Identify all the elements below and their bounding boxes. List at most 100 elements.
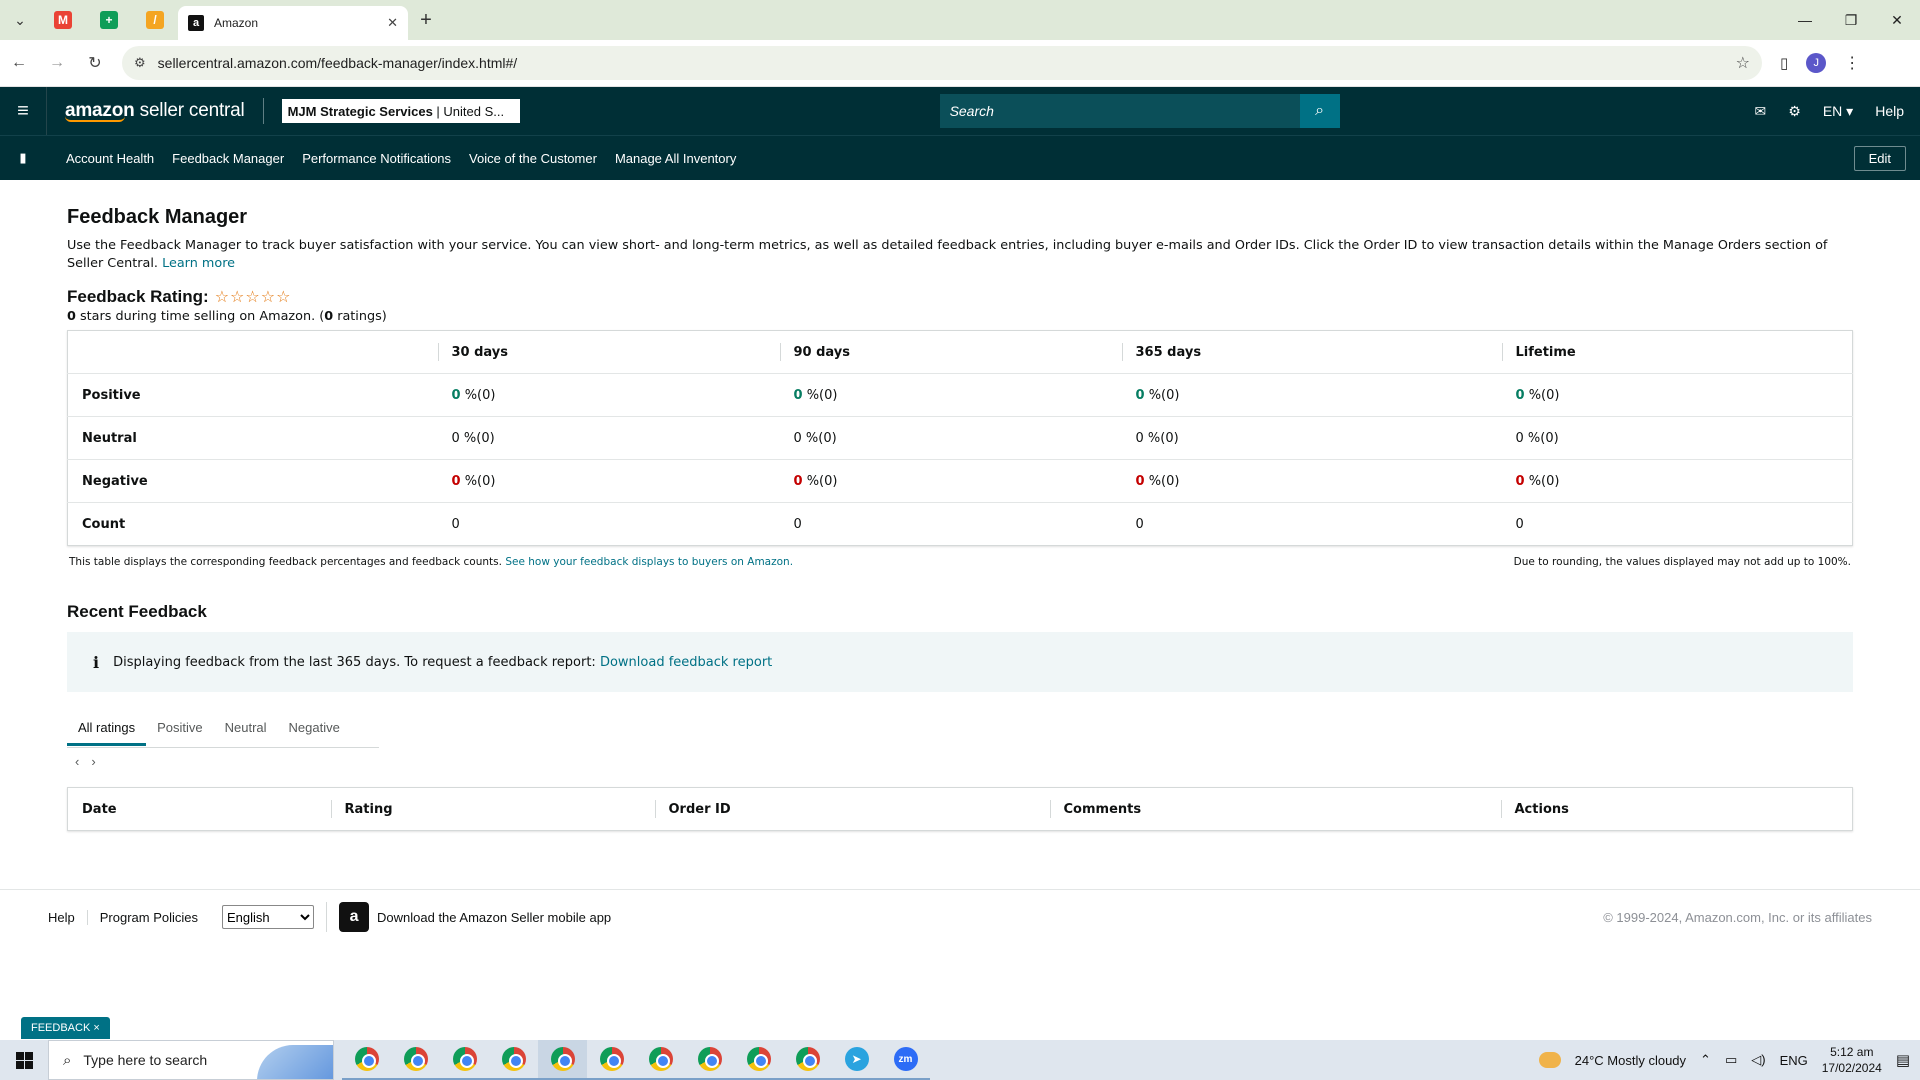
hamburger-menu-icon[interactable]: ≡ xyxy=(0,100,46,123)
tray-chevron-up-icon[interactable]: ⌃ xyxy=(1700,1052,1711,1068)
help-link[interactable]: Help xyxy=(1875,103,1904,119)
back-icon[interactable]: ← xyxy=(0,54,38,72)
tab-negative[interactable]: Negative xyxy=(278,712,351,743)
footer-language-select[interactable]: English xyxy=(222,905,315,929)
pct: %(0) xyxy=(806,387,838,403)
taskbar-chrome-5[interactable] xyxy=(538,1040,587,1080)
cell-neutral-365: 0 %(0) xyxy=(1121,416,1502,460)
site-info-icon[interactable]: ⚙ xyxy=(134,55,146,71)
taskbar-chrome-2[interactable] xyxy=(391,1040,440,1080)
menu-kebab-icon[interactable]: ⋮ xyxy=(1844,53,1860,73)
chevron-right-icon[interactable]: › xyxy=(91,754,95,769)
account-switcher[interactable]: MJM Strategic Services | United S... xyxy=(281,99,520,123)
close-window-icon[interactable]: ✕ xyxy=(1874,12,1920,29)
column-lifetime: Lifetime xyxy=(1501,330,1853,374)
language-select[interactable]: EN ▾ xyxy=(1823,103,1853,120)
chrome-icon xyxy=(501,1047,526,1071)
tab-close-icon[interactable]: ✕ xyxy=(387,15,398,31)
pinned-tab-sheets[interactable]: + xyxy=(86,0,132,40)
tab-neutral[interactable]: Neutral xyxy=(214,712,278,743)
taskbar-telegram[interactable]: ➤ xyxy=(832,1040,881,1080)
nav-account-health[interactable]: Account Health xyxy=(66,151,154,166)
feedback-widget-tab[interactable]: FEEDBACK × xyxy=(21,1017,110,1039)
nav-feedback-manager[interactable]: Feedback Manager xyxy=(172,151,284,166)
column-comments[interactable]: Comments xyxy=(1049,788,1501,831)
tab-amazon[interactable]: a Amazon ✕ xyxy=(178,6,408,40)
see-feedback-display-link[interactable]: See how your feedback displays to buyers… xyxy=(505,556,793,568)
chrome-icon xyxy=(354,1047,379,1071)
search-input[interactable]: Search xyxy=(939,94,1300,128)
input-language[interactable]: ENG xyxy=(1780,1053,1808,1068)
info-text: Displaying feedback from the last 365 da… xyxy=(113,654,596,670)
taskbar-chrome-9[interactable] xyxy=(734,1040,783,1080)
edit-nav-button[interactable]: Edit xyxy=(1853,145,1906,171)
nav-voice-of-customer[interactable]: Voice of the Customer xyxy=(469,151,597,166)
taskbar-chrome-6[interactable] xyxy=(587,1040,636,1080)
learn-more-link[interactable]: Learn more xyxy=(162,256,235,271)
taskbar-chrome-1[interactable] xyxy=(342,1040,391,1080)
main-content: Feedback Manager Use the Feedback Manage… xyxy=(67,180,1853,831)
tab-positive[interactable]: Positive xyxy=(146,712,214,743)
notifications-icon[interactable]: ▤ xyxy=(1896,1051,1910,1069)
taskbar-chrome-3[interactable] xyxy=(440,1040,489,1080)
start-button[interactable] xyxy=(0,1040,48,1080)
new-tab-button[interactable]: + xyxy=(408,9,444,32)
url-field[interactable]: ⚙ sellercentral.amazon.com/feedback-mana… xyxy=(122,46,1762,80)
column-rating[interactable]: Rating xyxy=(330,788,655,831)
reload-icon[interactable]: ↻ xyxy=(76,53,114,73)
weather-text[interactable]: 24°C Mostly cloudy xyxy=(1575,1053,1686,1068)
taskbar-chrome-4[interactable] xyxy=(489,1040,538,1080)
footer-help-link[interactable]: Help xyxy=(48,909,88,925)
column-date[interactable]: Date xyxy=(68,788,331,831)
seller-central-logo[interactable]: amazon seller central xyxy=(65,100,245,122)
intro-body: Use the Feedback Manager to track buyer … xyxy=(67,238,1828,271)
taskbar-chrome-7[interactable] xyxy=(636,1040,685,1080)
bookmark-icon[interactable]: ▮ xyxy=(0,150,46,166)
chrome-icon xyxy=(452,1047,477,1071)
row-label-neutral: Neutral xyxy=(67,416,438,460)
pinned-tab-app[interactable]: / xyxy=(132,0,178,40)
column-actions[interactable]: Actions xyxy=(1500,788,1853,831)
tab-all-ratings[interactable]: All ratings xyxy=(67,712,147,746)
cell-count-30: 0 xyxy=(451,516,460,532)
taskbar-zoom[interactable]: zm xyxy=(881,1040,930,1080)
side-panel-icon[interactable]: ▯ xyxy=(1780,54,1788,72)
clock[interactable]: 5:12 am 17/02/2024 xyxy=(1822,1044,1882,1076)
value: 0 xyxy=(793,430,802,446)
taskbar-chrome-10[interactable] xyxy=(783,1040,832,1080)
minimize-icon[interactable]: — xyxy=(1782,12,1828,29)
cell-count-365: 0 xyxy=(1135,516,1144,532)
rating-filter-tabs: All ratings Positive Neutral Negative xyxy=(67,712,379,748)
forward-icon[interactable]: → xyxy=(38,54,76,72)
gear-icon[interactable]: ⚙ xyxy=(1788,103,1801,120)
taskbar-search[interactable]: ⌕ Type here to search xyxy=(48,1040,334,1080)
mobile-app-link[interactable]: a Download the Amazon Seller mobile app xyxy=(326,902,611,932)
account-region: | United S... xyxy=(436,103,505,119)
bookmark-star-icon[interactable]: ☆ xyxy=(1736,53,1750,73)
logo-separator xyxy=(262,98,264,124)
telegram-icon: ➤ xyxy=(844,1047,869,1071)
nav-performance-notifications[interactable]: Performance Notifications xyxy=(302,151,451,166)
footer-program-policies-link[interactable]: Program Policies xyxy=(100,910,210,925)
download-feedback-report-link[interactable]: Download feedback report xyxy=(600,655,772,670)
search-icon: ⌕ xyxy=(1315,102,1325,119)
ratings-count: 0 xyxy=(324,309,334,324)
volume-icon[interactable]: ◁) xyxy=(1751,1052,1765,1068)
column-order-id[interactable]: Order ID xyxy=(654,788,1050,831)
row-label-negative: Negative xyxy=(67,459,438,503)
pinned-tab-gmail[interactable]: M xyxy=(40,0,86,40)
cell-positive-lifetime: 0 %(0) xyxy=(1501,373,1853,417)
network-icon[interactable]: ▭ xyxy=(1725,1052,1737,1068)
search-button[interactable]: ⌕ xyxy=(1299,94,1340,128)
clock-date: 17/02/2024 xyxy=(1821,1061,1882,1075)
profile-avatar[interactable]: J xyxy=(1806,53,1827,73)
chrome-icon xyxy=(403,1047,428,1071)
chevron-left-icon[interactable]: ‹ xyxy=(75,754,79,769)
tab-search-chevron-icon[interactable]: ⌄ xyxy=(0,0,40,40)
table-row-count: Count 0 0 0 0 xyxy=(68,503,1853,546)
gmail-icon: M xyxy=(54,11,72,29)
restore-icon[interactable]: ❐ xyxy=(1828,12,1874,29)
taskbar-chrome-8[interactable] xyxy=(685,1040,734,1080)
nav-manage-inventory[interactable]: Manage All Inventory xyxy=(615,151,736,166)
mail-icon[interactable]: ✉ xyxy=(1755,103,1767,120)
